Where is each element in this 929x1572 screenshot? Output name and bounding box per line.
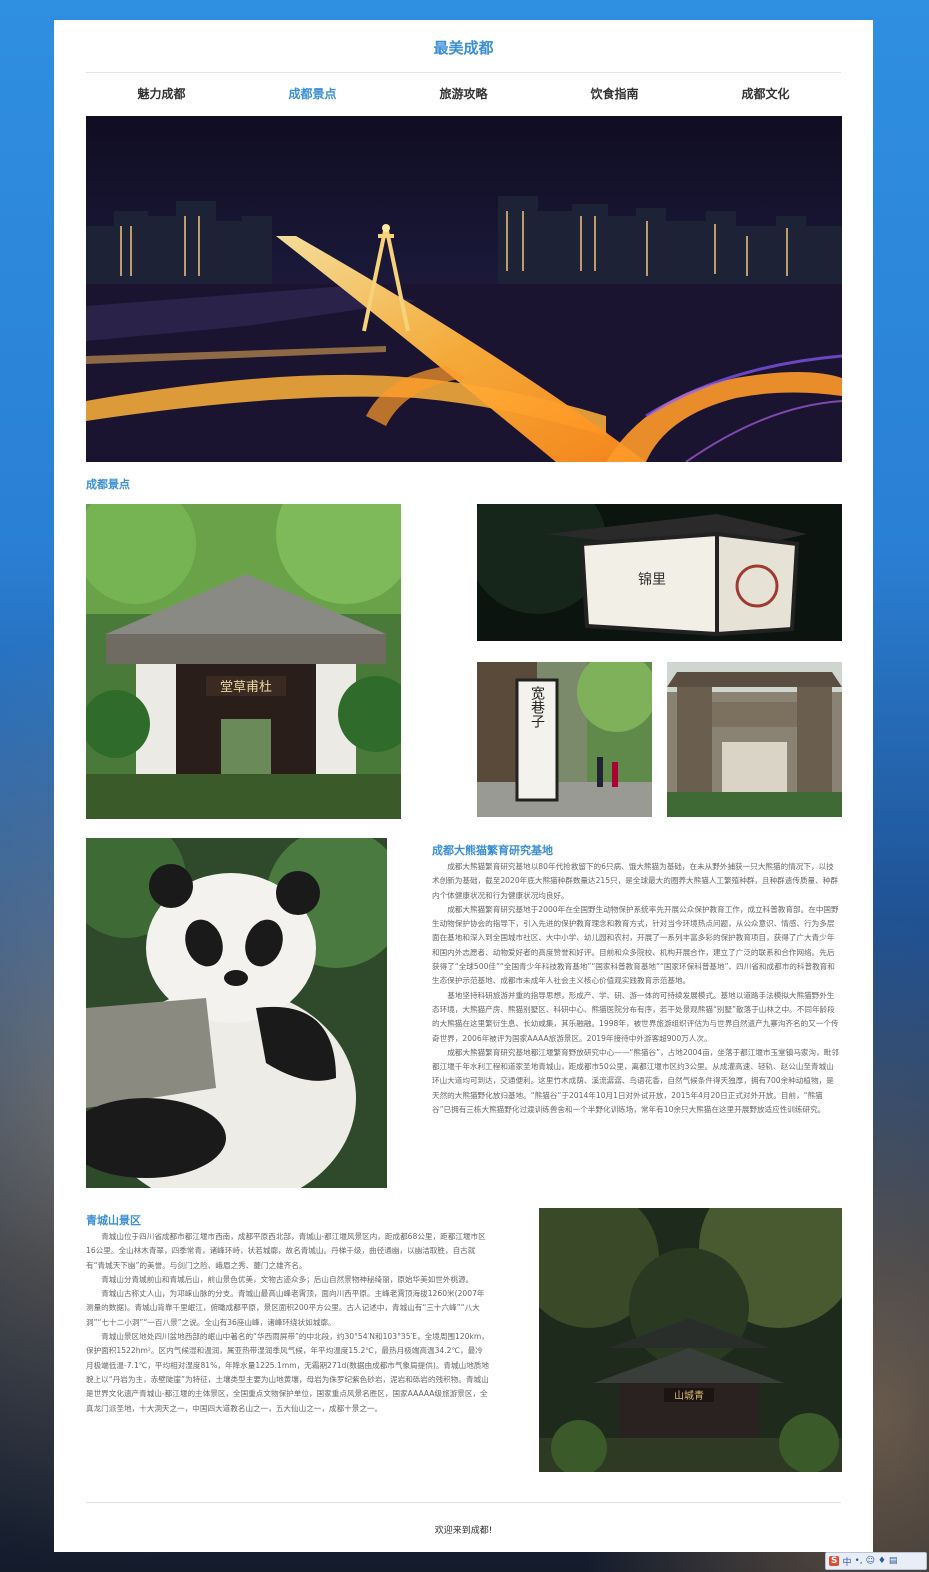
qingcheng-paragraph: 青城山分青城前山和青城后山，前山景色优美，文物古迹众多；后山自然景物神秘绮丽，原…: [101, 1274, 474, 1284]
lantern-photo: 锦里: [477, 504, 842, 641]
qingcheng-paragraph: 青城山景区地处四川盆地西部的岷山中著名的“华西雨屏带”的中北段，约30°54′N…: [86, 1332, 489, 1413]
main-nav: 魅力成都 成都景点 旅游攻略 饮食指南 成都文化: [86, 84, 841, 106]
kuanzhai-sign-text: 宽巷子: [529, 685, 545, 728]
header-divider: [86, 72, 841, 73]
footer-divider: [86, 1502, 841, 1503]
du-fu-thatched-cottage-photo: 堂草甫杜: [86, 504, 401, 819]
lantern-text: 锦里: [638, 571, 666, 588]
footer-text: 欢迎来到成都!: [434, 1526, 493, 1536]
site-title: 最美成都: [433, 39, 494, 57]
panda-base-heading: 成都大熊猫繁育研究基地: [432, 844, 553, 857]
panda-base-text: 成都大熊猫繁育研究基地以80年代抢救留下的6只病、饿大熊猫为基础，在未从野外捕获…: [432, 860, 841, 1117]
page-container: 最美成都 魅力成都 成都景点 旅游攻略 饮食指南 成都文化 成都景点 堂草甫杜 …: [54, 20, 873, 1552]
qingcheng-temple-photo: 山城青: [539, 1208, 842, 1472]
chengdu-night-overpass-photo: [86, 116, 842, 462]
qingcheng-paragraph: 青城山古称丈人山，为邛崃山脉的分支。青城山最高山峰老霄顶，面向川西平原。主峰老霄…: [86, 1289, 485, 1327]
qingcheng-heading: 青城山景区: [86, 1214, 141, 1227]
ime-tool-icons[interactable]: ☺ ♦ ▤: [866, 1556, 898, 1566]
nav-item-chengdu-attractions[interactable]: 成都景点: [237, 84, 388, 106]
attractions-section-label: 成都景点: [86, 478, 130, 491]
temple-plaque: 山城青: [674, 1389, 704, 1402]
cottage-plaque: 堂草甫杜: [220, 680, 272, 695]
sogou-icon: S: [829, 1556, 840, 1566]
ime-mode-label[interactable]: 中: [842, 1555, 851, 1568]
qingcheng-paragraph: 青城山位于四川省成都市都江堰市西南，成都平原西北部，青城山-都江堰风景区内，距成…: [86, 1232, 486, 1270]
qingcheng-text: 青城山位于四川省成都市都江堰市西南，成都平原西北部，青城山-都江堰风景区内，距成…: [86, 1230, 489, 1416]
ime-punct-icon[interactable]: •,: [855, 1556, 863, 1566]
nav-item-food-guide[interactable]: 饮食指南: [539, 84, 690, 106]
ime-toolbar[interactable]: S 中 •, ☺ ♦ ▤: [825, 1552, 927, 1570]
nav-item-travel-guide[interactable]: 旅游攻略: [388, 84, 539, 106]
panda-photo: [86, 838, 387, 1188]
panda-paragraph: 成都大熊猫繁育研究基地以80年代抢救留下的6只病、饿大熊猫为基础，在未从野外捕获…: [432, 862, 838, 900]
wenshu-archway-photo: [667, 662, 842, 817]
kuanzhai-alley-photo: 宽巷子: [477, 662, 652, 817]
nav-item-chengdu-culture[interactable]: 成都文化: [690, 84, 841, 106]
panda-paragraph: 成都大熊猫繁育研究基地于2000年在全国野生动物保护系统率先开展公众保护教育工作…: [432, 904, 839, 986]
nav-item-charm-chengdu[interactable]: 魅力成都: [86, 84, 237, 106]
panda-paragraph: 成都大熊猫繁育研究基地都江堰繁育野放研究中心——“熊猫谷”，占地2004亩，坐落…: [432, 1047, 839, 1115]
panda-paragraph: 基地坚持科研旅游并重的指导思想，形成产、学、研、游一体的可持续发展模式。基地以道…: [432, 990, 839, 1043]
